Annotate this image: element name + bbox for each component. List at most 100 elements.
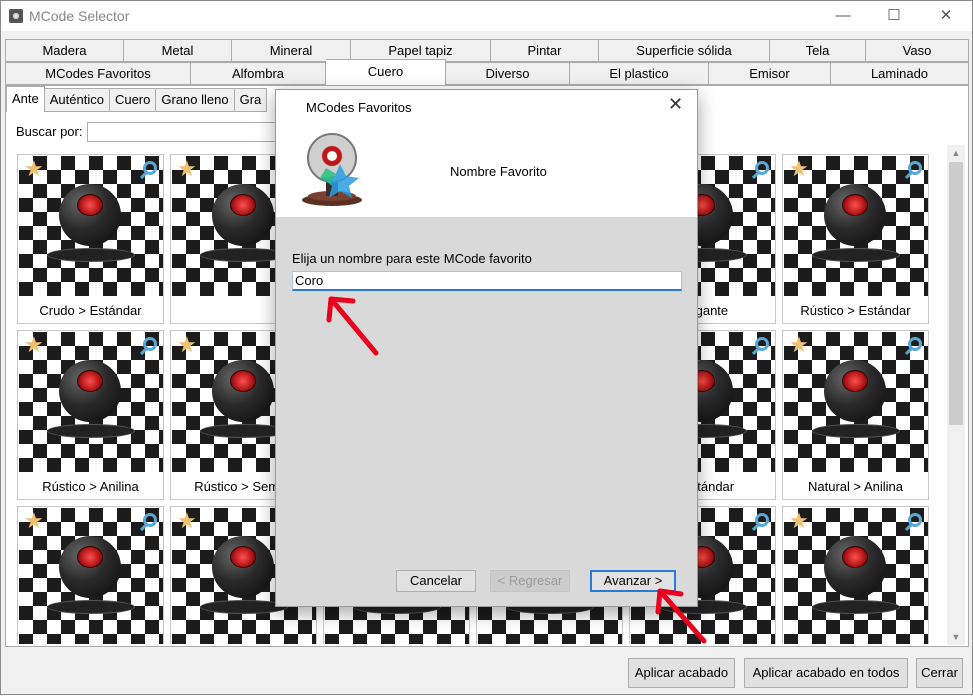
apply-finish-all-button[interactable]: Aplicar acabado en todos bbox=[744, 658, 908, 688]
subtab-2[interactable]: Cuero bbox=[109, 88, 157, 112]
pedestal bbox=[812, 600, 900, 614]
subtab-4[interactable]: Gra bbox=[234, 88, 268, 112]
grid-scrollbar[interactable]: ▲ ▼ bbox=[947, 145, 965, 645]
material-card-label: Rústico > Estándar bbox=[800, 303, 911, 318]
material-card-label: Natural > Anilina bbox=[807, 479, 904, 494]
favorite-name-input[interactable]: Coro bbox=[292, 271, 682, 291]
logo-icon bbox=[230, 194, 256, 216]
material-card[interactable]: ★ Rústico > Estándar bbox=[782, 154, 929, 324]
logo-icon bbox=[842, 370, 868, 392]
favorite-star-icon[interactable]: ★ bbox=[24, 158, 44, 180]
mcode-selector-window: MCode Selector — ☐ ✕ Madera Metal Mineral P… bbox=[0, 0, 973, 695]
material-sphere bbox=[824, 360, 886, 422]
tab-row2-2[interactable]: Cuero bbox=[326, 59, 446, 85]
pedestal bbox=[47, 248, 135, 262]
back-button[interactable]: < Regresar bbox=[490, 570, 570, 592]
zoom-icon[interactable] bbox=[755, 161, 769, 175]
dialog-heading: Nombre Favorito bbox=[450, 164, 547, 179]
material-sphere bbox=[824, 536, 886, 598]
zoom-icon[interactable] bbox=[908, 513, 922, 527]
material-sphere bbox=[59, 536, 121, 598]
tab-row2-6[interactable]: Laminado bbox=[831, 62, 969, 85]
scroll-up-icon[interactable]: ▲ bbox=[947, 145, 965, 161]
window-title: MCode Selector bbox=[29, 8, 130, 24]
zoom-icon[interactable] bbox=[908, 161, 922, 175]
dialog-close-icon[interactable]: ✕ bbox=[668, 94, 683, 115]
close-button[interactable]: Cerrar bbox=[916, 658, 963, 688]
zoom-icon[interactable] bbox=[755, 337, 769, 351]
zoom-icon[interactable] bbox=[143, 337, 157, 351]
tab-row2-3[interactable]: Diverso bbox=[446, 62, 570, 85]
zoom-icon[interactable] bbox=[755, 513, 769, 527]
dialog-title: MCodes Favoritos bbox=[306, 100, 412, 115]
pedestal bbox=[812, 248, 900, 262]
tab-row1-7[interactable]: Vaso bbox=[866, 39, 969, 62]
zoom-icon[interactable] bbox=[908, 337, 922, 351]
favorite-star-icon[interactable]: ★ bbox=[789, 158, 809, 180]
favorite-star-icon[interactable]: ★ bbox=[789, 334, 809, 356]
material-sphere bbox=[59, 184, 121, 246]
search-input[interactable] bbox=[87, 122, 277, 142]
favorite-name-dialog: MCodes Favoritos ✕ Nombre Favorito Elija… bbox=[275, 89, 698, 607]
logo-icon bbox=[230, 370, 256, 392]
tab-row1-4[interactable]: Pintar bbox=[491, 39, 599, 62]
material-card[interactable]: ★ bbox=[782, 506, 929, 644]
app-icon bbox=[9, 9, 23, 23]
cancel-button[interactable]: Cancelar bbox=[396, 570, 476, 592]
pedestal bbox=[812, 424, 900, 438]
maximize-icon[interactable]: ☐ bbox=[871, 1, 917, 31]
material-sphere bbox=[212, 536, 274, 598]
subtab-3[interactable]: Grano lleno bbox=[156, 88, 235, 112]
favorite-star-icon[interactable]: ★ bbox=[24, 334, 44, 356]
tab-row1-5[interactable]: Superficie sólida bbox=[599, 39, 770, 62]
subtab-1[interactable]: Auténtico bbox=[44, 88, 110, 112]
tab-row2-5[interactable]: Emisor bbox=[709, 62, 831, 85]
tab-row2-4[interactable]: El plastico bbox=[570, 62, 709, 85]
zoom-icon[interactable] bbox=[143, 161, 157, 175]
tab-row2-1[interactable]: Alfombra bbox=[191, 62, 326, 85]
name-prompt: Elija un nombre para este MCode favorito bbox=[292, 251, 532, 266]
logo-icon bbox=[77, 370, 103, 392]
material-card-label: Rústico > Anilina bbox=[42, 479, 139, 494]
logo-icon bbox=[77, 546, 103, 568]
material-card[interactable]: ★ Natural > Anilina bbox=[782, 330, 929, 500]
favorites-logo-icon bbox=[302, 133, 362, 206]
scroll-thumb[interactable] bbox=[949, 162, 963, 425]
material-sphere bbox=[212, 360, 274, 422]
logo-icon bbox=[842, 546, 868, 568]
favorite-star-icon[interactable]: ★ bbox=[789, 510, 809, 532]
tab-row1-6[interactable]: Tela bbox=[770, 39, 866, 62]
favorite-star-icon[interactable]: ★ bbox=[24, 510, 44, 532]
logo-icon bbox=[77, 194, 103, 216]
material-tabs-row-1: Madera Metal Mineral Papel tapiz Pintar Super… bbox=[5, 39, 969, 62]
logo-icon bbox=[842, 194, 868, 216]
zoom-icon[interactable] bbox=[143, 513, 157, 527]
minimize-icon[interactable]: — bbox=[820, 1, 866, 31]
title-bar: MCode Selector — ☐ ✕ bbox=[1, 1, 972, 31]
search-label: Buscar por: bbox=[16, 124, 83, 139]
material-sphere bbox=[824, 184, 886, 246]
material-card-label: Crudo > Estándar bbox=[39, 303, 142, 318]
tab-row1-1[interactable]: Metal bbox=[124, 39, 232, 62]
tab-row2-0[interactable]: MCodes Favoritos bbox=[5, 62, 191, 85]
pedestal bbox=[47, 600, 135, 614]
apply-finish-button[interactable]: Aplicar acabado bbox=[628, 658, 735, 688]
logo-icon bbox=[230, 546, 256, 568]
favorite-star-icon[interactable]: ★ bbox=[177, 158, 197, 180]
close-icon[interactable]: ✕ bbox=[923, 1, 969, 31]
subtab-0[interactable]: Ante bbox=[6, 86, 45, 112]
favorite-star-icon[interactable]: ★ bbox=[177, 510, 197, 532]
material-sphere bbox=[212, 184, 274, 246]
material-card[interactable]: ★ Rústico > Anilina bbox=[17, 330, 164, 500]
material-sphere bbox=[59, 360, 121, 422]
next-button[interactable]: Avanzar > bbox=[590, 570, 676, 592]
favorite-star-icon[interactable]: ★ bbox=[177, 334, 197, 356]
tab-row1-0[interactable]: Madera bbox=[5, 39, 124, 62]
material-card[interactable]: ★ Crudo > Estándar bbox=[17, 154, 164, 324]
pedestal bbox=[47, 424, 135, 438]
subtabs: Ante Auténtico Cuero Grano lleno Gra bbox=[6, 86, 268, 112]
material-tabs-row-2: MCodes Favoritos Alfombra Cuero Diverso El p… bbox=[5, 59, 969, 85]
material-card[interactable]: ★ bbox=[17, 506, 164, 644]
scroll-down-icon[interactable]: ▼ bbox=[947, 629, 965, 645]
dialog-header: MCodes Favoritos ✕ Nombre Favorito bbox=[276, 90, 697, 217]
